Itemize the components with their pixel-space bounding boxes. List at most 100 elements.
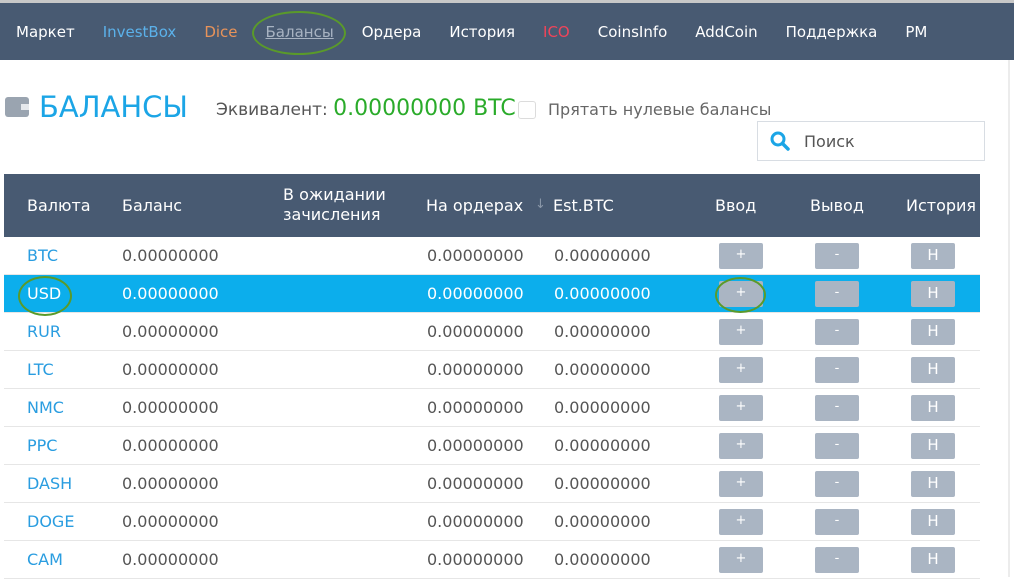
- scrollbar-track[interactable]: [1008, 60, 1010, 577]
- nav-item-9[interactable]: Поддержка: [786, 23, 878, 41]
- highlight-circle-deposit: [715, 277, 766, 313]
- est-btc-value: 0.00000000: [554, 398, 651, 417]
- sort-arrow-icon[interactable]: ↓: [535, 197, 546, 212]
- deposit-button[interactable]: +: [719, 471, 763, 497]
- orders-value: 0.00000000: [427, 474, 524, 493]
- est-btc-value: 0.00000000: [554, 474, 651, 493]
- deposit-button[interactable]: +: [719, 243, 763, 269]
- currency-link[interactable]: CAM: [27, 550, 63, 569]
- nav-item-1[interactable]: InvestBox: [103, 23, 177, 41]
- withdraw-button[interactable]: -: [815, 547, 859, 573]
- est-btc-value: 0.00000000: [554, 512, 651, 531]
- balance-value: 0.00000000: [122, 436, 219, 455]
- balances-table: Валюта Баланс В ожидании зачисления На о…: [4, 174, 980, 579]
- balance-value: 0.00000000: [122, 550, 219, 569]
- history-button[interactable]: H: [911, 243, 955, 269]
- history-button[interactable]: H: [911, 395, 955, 421]
- nav-item-5[interactable]: История: [449, 23, 515, 41]
- table-row[interactable]: NMC 0.00000000 0.00000000 0.00000000 + -…: [4, 389, 980, 427]
- withdraw-button[interactable]: -: [815, 509, 859, 535]
- withdraw-button[interactable]: -: [815, 319, 859, 345]
- nav-item-8[interactable]: AddCoin: [695, 23, 757, 41]
- currency-link[interactable]: DASH: [27, 474, 72, 493]
- equivalent: Эквивалент: 0.00000000 BTC: [216, 96, 516, 121]
- nav-item-4[interactable]: Ордера: [362, 23, 422, 41]
- table-row[interactable]: USD 0.00000000 0.00000000 0.00000000 + -…: [4, 275, 980, 313]
- history-button[interactable]: H: [911, 433, 955, 459]
- currency-link[interactable]: DOGE: [27, 512, 74, 531]
- table-row[interactable]: DOGE 0.00000000 0.00000000 0.00000000 + …: [4, 503, 980, 541]
- col-orders[interactable]: На ордерах: [426, 196, 523, 215]
- deposit-button[interactable]: +: [719, 357, 763, 383]
- orders-value: 0.00000000: [427, 436, 524, 455]
- currency-link[interactable]: BTC: [27, 246, 58, 265]
- equivalent-label: Эквивалент:: [216, 100, 328, 120]
- deposit-button[interactable]: +: [719, 509, 763, 535]
- table-row[interactable]: DASH 0.00000000 0.00000000 0.00000000 + …: [4, 465, 980, 503]
- history-button[interactable]: H: [911, 547, 955, 573]
- withdraw-button[interactable]: -: [815, 281, 859, 307]
- hide-zero-label: Прятать нулевые балансы: [548, 100, 772, 119]
- col-history: История: [906, 196, 977, 215]
- withdraw-button[interactable]: -: [815, 471, 859, 497]
- col-deposit: Ввод: [715, 196, 757, 215]
- table-row[interactable]: LTC 0.00000000 0.00000000 0.00000000 + -…: [4, 351, 980, 389]
- highlight-circle-usd: [18, 276, 72, 316]
- currency-link[interactable]: NMC: [27, 398, 64, 417]
- currency-link[interactable]: RUR: [27, 322, 61, 341]
- history-button[interactable]: H: [911, 471, 955, 497]
- equivalent-value: 0.00000000 BTC: [333, 96, 516, 121]
- table-row[interactable]: PPC 0.00000000 0.00000000 0.00000000 + -…: [4, 427, 980, 465]
- deposit-button[interactable]: +: [719, 395, 763, 421]
- col-balance[interactable]: Баланс: [122, 196, 182, 215]
- table-row[interactable]: CAM 0.00000000 0.00000000 0.00000000 + -…: [4, 541, 980, 579]
- balance-value: 0.00000000: [122, 360, 219, 379]
- withdraw-button[interactable]: -: [815, 395, 859, 421]
- withdraw-button[interactable]: -: [815, 243, 859, 269]
- nav-item-7[interactable]: CoinsInfo: [598, 23, 668, 41]
- orders-value: 0.00000000: [427, 512, 524, 531]
- col-withdraw: Вывод: [810, 196, 864, 215]
- deposit-button[interactable]: +: [719, 547, 763, 573]
- deposit-button[interactable]: +: [719, 433, 763, 459]
- balance-value: 0.00000000: [122, 512, 219, 531]
- history-button[interactable]: H: [911, 281, 955, 307]
- est-btc-value: 0.00000000: [554, 284, 651, 303]
- col-pending[interactable]: В ожидании зачисления: [283, 185, 403, 225]
- page-heading: БАЛАНСЫ: [5, 90, 188, 124]
- col-currency[interactable]: Валюта: [27, 196, 91, 215]
- nav-item-0[interactable]: Маркет: [16, 23, 75, 41]
- balance-value: 0.00000000: [122, 284, 219, 303]
- currency-link[interactable]: LTC: [27, 360, 54, 379]
- wallet-icon: [5, 97, 29, 117]
- search-icon: [770, 131, 790, 151]
- table-row[interactable]: RUR 0.00000000 0.00000000 0.00000000 + -…: [4, 313, 980, 351]
- history-button[interactable]: H: [911, 509, 955, 535]
- est-btc-value: 0.00000000: [554, 246, 651, 265]
- withdraw-button[interactable]: -: [815, 433, 859, 459]
- orders-value: 0.00000000: [427, 360, 524, 379]
- orders-value: 0.00000000: [427, 246, 524, 265]
- deposit-button[interactable]: +: [719, 319, 763, 345]
- withdraw-button[interactable]: -: [815, 357, 859, 383]
- history-button[interactable]: H: [911, 319, 955, 345]
- history-button[interactable]: H: [911, 357, 955, 383]
- hide-zero-checkbox[interactable]: [518, 100, 536, 119]
- currency-link[interactable]: PPC: [27, 436, 57, 455]
- hide-zero-toggle[interactable]: Прятать нулевые балансы: [518, 100, 771, 119]
- orders-value: 0.00000000: [427, 284, 524, 303]
- balance-value: 0.00000000: [122, 322, 219, 341]
- orders-value: 0.00000000: [427, 398, 524, 417]
- search-placeholder: Поиск: [804, 131, 855, 151]
- orders-value: 0.00000000: [427, 550, 524, 569]
- nav-item-2[interactable]: Dice: [204, 23, 237, 41]
- balance-value: 0.00000000: [122, 398, 219, 417]
- nav-item-3[interactable]: Балансы: [251, 10, 346, 55]
- nav-item-6[interactable]: ICO: [543, 23, 570, 41]
- balance-value: 0.00000000: [122, 474, 219, 493]
- col-est-btc[interactable]: Est.BTC: [553, 196, 614, 215]
- nav-item-10[interactable]: PM: [905, 23, 927, 41]
- search-input[interactable]: Поиск: [757, 121, 985, 161]
- est-btc-value: 0.00000000: [554, 436, 651, 455]
- table-row[interactable]: BTC 0.00000000 0.00000000 0.00000000 + -…: [4, 237, 980, 275]
